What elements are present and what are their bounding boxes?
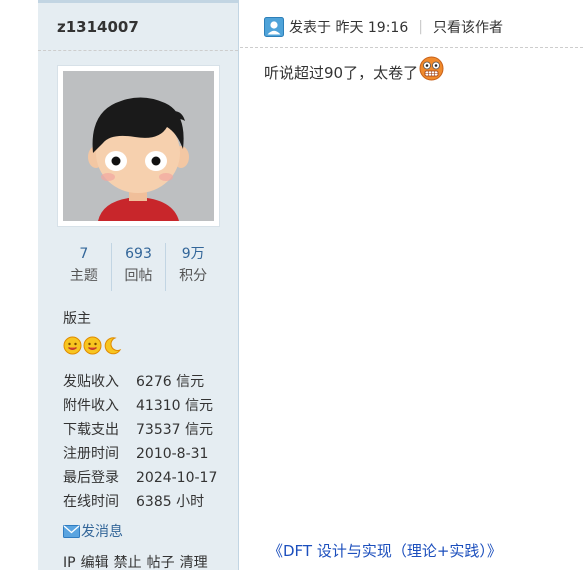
- info-row: 在线时间 6385 小时: [63, 490, 217, 514]
- info-value: 41310 信元: [136, 398, 213, 414]
- admin-clean-link[interactable]: 清理: [180, 555, 208, 570]
- rank-medals: [63, 336, 122, 355]
- divider: [38, 50, 238, 51]
- info-key: 最后登录: [63, 470, 119, 486]
- stat-points-value[interactable]: 9万: [166, 243, 220, 265]
- info-key: 在线时间: [63, 494, 119, 510]
- stat-replies-value[interactable]: 693: [112, 243, 166, 265]
- user-online-icon: [264, 17, 284, 37]
- info-row: 发贴收入 6276 信元: [63, 370, 217, 394]
- grimace-smiley-icon: [419, 56, 444, 81]
- info-key: 附件收入: [63, 398, 119, 414]
- send-message-label[interactable]: 发消息: [81, 521, 123, 541]
- sun-icon: [63, 336, 82, 355]
- post-message-text: 听说超过90了，太卷了: [264, 64, 419, 82]
- moon-icon: [104, 337, 122, 355]
- info-row: 注册时间 2010-8-31: [63, 442, 217, 466]
- post-header: 发表于 昨天 19:16 | 只看该作者: [264, 17, 503, 37]
- info-row: 最后登录 2024-10-17: [63, 466, 217, 490]
- stat-threads[interactable]: 7 主题: [57, 243, 112, 291]
- stat-points-label: 积分: [179, 268, 208, 284]
- info-key: 下载支出: [63, 422, 119, 438]
- admin-posts-link[interactable]: 帖子: [147, 555, 175, 570]
- stat-replies-label: 回帖: [124, 268, 153, 284]
- info-key: 发贴收入: [63, 374, 119, 390]
- info-value: 73537 信元: [136, 422, 213, 438]
- stat-threads-value[interactable]: 7: [57, 243, 111, 265]
- info-value: 2024-10-17: [136, 470, 218, 486]
- post-time: 发表于 昨天 19:16: [289, 20, 409, 36]
- send-message-link[interactable]: 发消息: [63, 521, 123, 541]
- info-value: 2010-8-31: [136, 446, 209, 462]
- user-group[interactable]: 版主: [63, 308, 91, 328]
- admin-ban-link[interactable]: 禁止: [114, 555, 142, 570]
- admin-actions: IP 编辑 禁止 帖子 清理: [63, 552, 213, 570]
- divider: [240, 47, 583, 48]
- only-author-link[interactable]: 只看该作者: [433, 17, 503, 37]
- envelope-icon: [63, 524, 80, 538]
- stat-replies[interactable]: 693 回帖: [112, 243, 167, 291]
- info-value: 6276 信元: [136, 374, 205, 390]
- admin-edit-link[interactable]: 编辑: [81, 555, 109, 570]
- info-row: 下载支出 73537 信元: [63, 418, 217, 442]
- info-row: 附件收入 41310 信元: [63, 394, 217, 418]
- admin-ip-link[interactable]: IP: [63, 555, 76, 570]
- author-sidebar: z1314007 7 主题 693 回帖 9万 积分 版主 发贴收入 6276 …: [38, 0, 239, 570]
- book-signature-link[interactable]: 《DFT 设计与实现（理论+实践）》: [268, 540, 502, 561]
- info-value: 6385 小时: [136, 494, 205, 510]
- post-message: 听说超过90了，太卷了: [264, 56, 444, 83]
- user-info-list: 发贴收入 6276 信元 附件收入 41310 信元 下载支出 73537 信元 注册…: [63, 370, 217, 514]
- author-username[interactable]: z1314007: [57, 18, 139, 36]
- sun-icon: [83, 336, 102, 355]
- stat-threads-label: 主题: [69, 268, 98, 284]
- user-stats: 7 主题 693 回帖 9万 积分: [57, 243, 220, 291]
- info-key: 注册时间: [63, 446, 119, 462]
- cartoon-avatar-icon: [63, 71, 214, 221]
- separator: |: [418, 19, 423, 35]
- avatar[interactable]: [57, 65, 220, 227]
- stat-points[interactable]: 9万 积分: [166, 243, 220, 291]
